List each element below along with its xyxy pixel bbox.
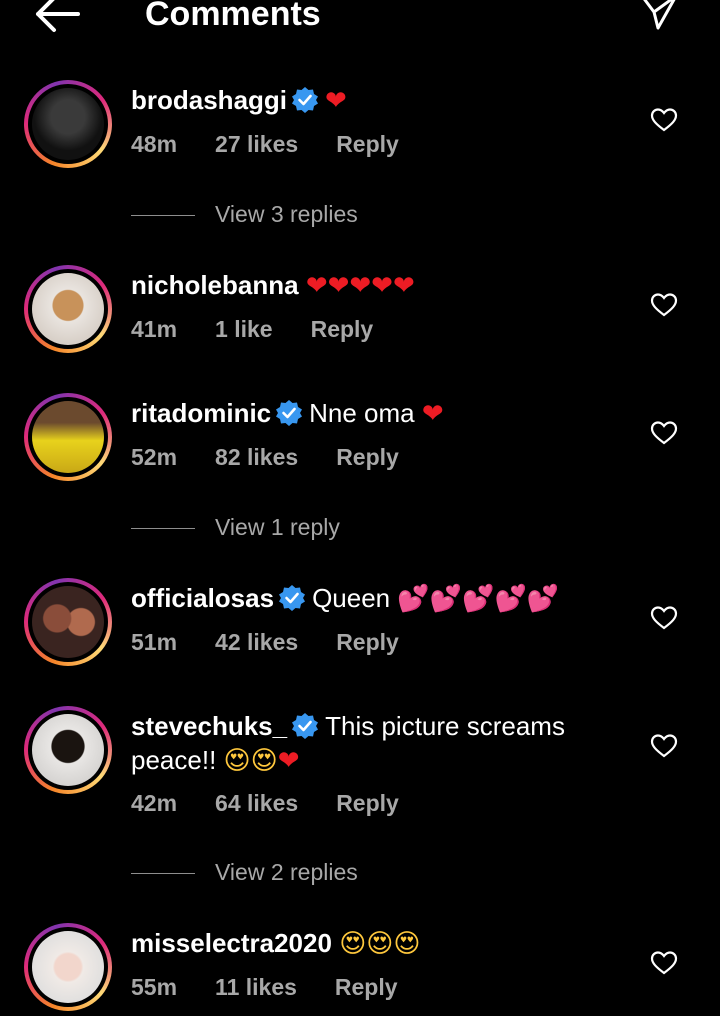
comment-text: ❤❤❤❤❤	[305, 271, 415, 301]
header: Comments	[0, 0, 720, 40]
heart-outline-icon[interactable]	[650, 419, 678, 447]
comment-text: Nne oma	[309, 398, 422, 428]
reply-button[interactable]: Reply	[311, 316, 374, 342]
heart-outline-icon[interactable]	[650, 949, 678, 977]
avatar-image	[32, 273, 104, 345]
view-replies-button[interactable]: View 2 replies	[131, 857, 358, 887]
comment-text-continued: peace!!	[131, 745, 224, 775]
view-replies-label: View 3 replies	[215, 201, 358, 227]
username[interactable]: brodashaggi	[131, 85, 287, 115]
likes-count[interactable]: 82 likes	[215, 444, 298, 470]
comment-text: Queen	[312, 583, 398, 613]
likes-count[interactable]: 42 likes	[215, 629, 298, 655]
verified-badge-icon	[279, 585, 306, 611]
heart-outline-icon[interactable]	[650, 291, 678, 319]
back-arrow-icon[interactable]	[30, 0, 82, 36]
view-replies-label: View 1 reply	[215, 514, 340, 540]
reply-button[interactable]: Reply	[336, 131, 399, 157]
verified-badge-icon	[292, 713, 319, 739]
avatar-image	[32, 88, 104, 160]
reply-button[interactable]: Reply	[335, 974, 398, 1000]
username[interactable]: officialosas	[131, 583, 274, 613]
likes-count[interactable]: 64 likes	[215, 790, 298, 816]
username[interactable]: misselectra2020	[131, 928, 332, 958]
username[interactable]: stevechuks_	[131, 711, 287, 741]
heart-outline-icon[interactable]	[650, 732, 678, 760]
comment-text: This picture screams	[325, 711, 565, 741]
comment-emoji-heart: ❤	[277, 746, 300, 776]
view-replies-label: View 2 replies	[215, 859, 358, 885]
avatar-image	[32, 586, 104, 658]
avatar[interactable]	[24, 706, 112, 794]
avatar-image	[32, 931, 104, 1003]
comment-time: 55m	[131, 974, 178, 1000]
avatar-image	[32, 714, 104, 786]
comment-emoji: 💕💕💕💕💕	[397, 584, 560, 614]
comment-emoji: ❤	[421, 399, 444, 429]
avatar-image	[32, 401, 104, 473]
verified-badge-icon	[276, 400, 303, 426]
username[interactable]: ritadominic	[131, 398, 271, 428]
likes-count[interactable]: 1 like	[215, 316, 273, 342]
avatar[interactable]	[24, 80, 112, 168]
page-title: Comments	[145, 0, 321, 33]
avatar[interactable]	[24, 578, 112, 666]
reply-button[interactable]: Reply	[336, 790, 399, 816]
comment-time: 41m	[131, 316, 178, 342]
comment-time: 51m	[131, 629, 178, 655]
heart-outline-icon[interactable]	[650, 106, 678, 134]
avatar[interactable]	[24, 393, 112, 481]
likes-count[interactable]: 27 likes	[215, 131, 298, 157]
avatar[interactable]	[24, 265, 112, 353]
comment-text: 😍😍😍	[339, 929, 421, 959]
reply-button[interactable]: Reply	[336, 629, 399, 655]
comment-text: ❤	[325, 86, 347, 116]
comment-emoji: 😍😍	[223, 746, 278, 776]
reply-button[interactable]: Reply	[336, 444, 399, 470]
heart-outline-icon[interactable]	[650, 604, 678, 632]
username[interactable]: nicholebanna	[131, 270, 299, 300]
avatar[interactable]	[24, 923, 112, 1011]
comment-time: 42m	[131, 790, 178, 816]
comment-time: 48m	[131, 131, 178, 157]
verified-badge-icon	[292, 87, 319, 113]
comment-time: 52m	[131, 444, 178, 470]
likes-count[interactable]: 11 likes	[215, 974, 297, 1000]
send-icon[interactable]	[636, 0, 680, 34]
view-replies-button[interactable]: View 3 replies	[131, 199, 358, 229]
view-replies-button[interactable]: View 1 reply	[131, 512, 340, 542]
